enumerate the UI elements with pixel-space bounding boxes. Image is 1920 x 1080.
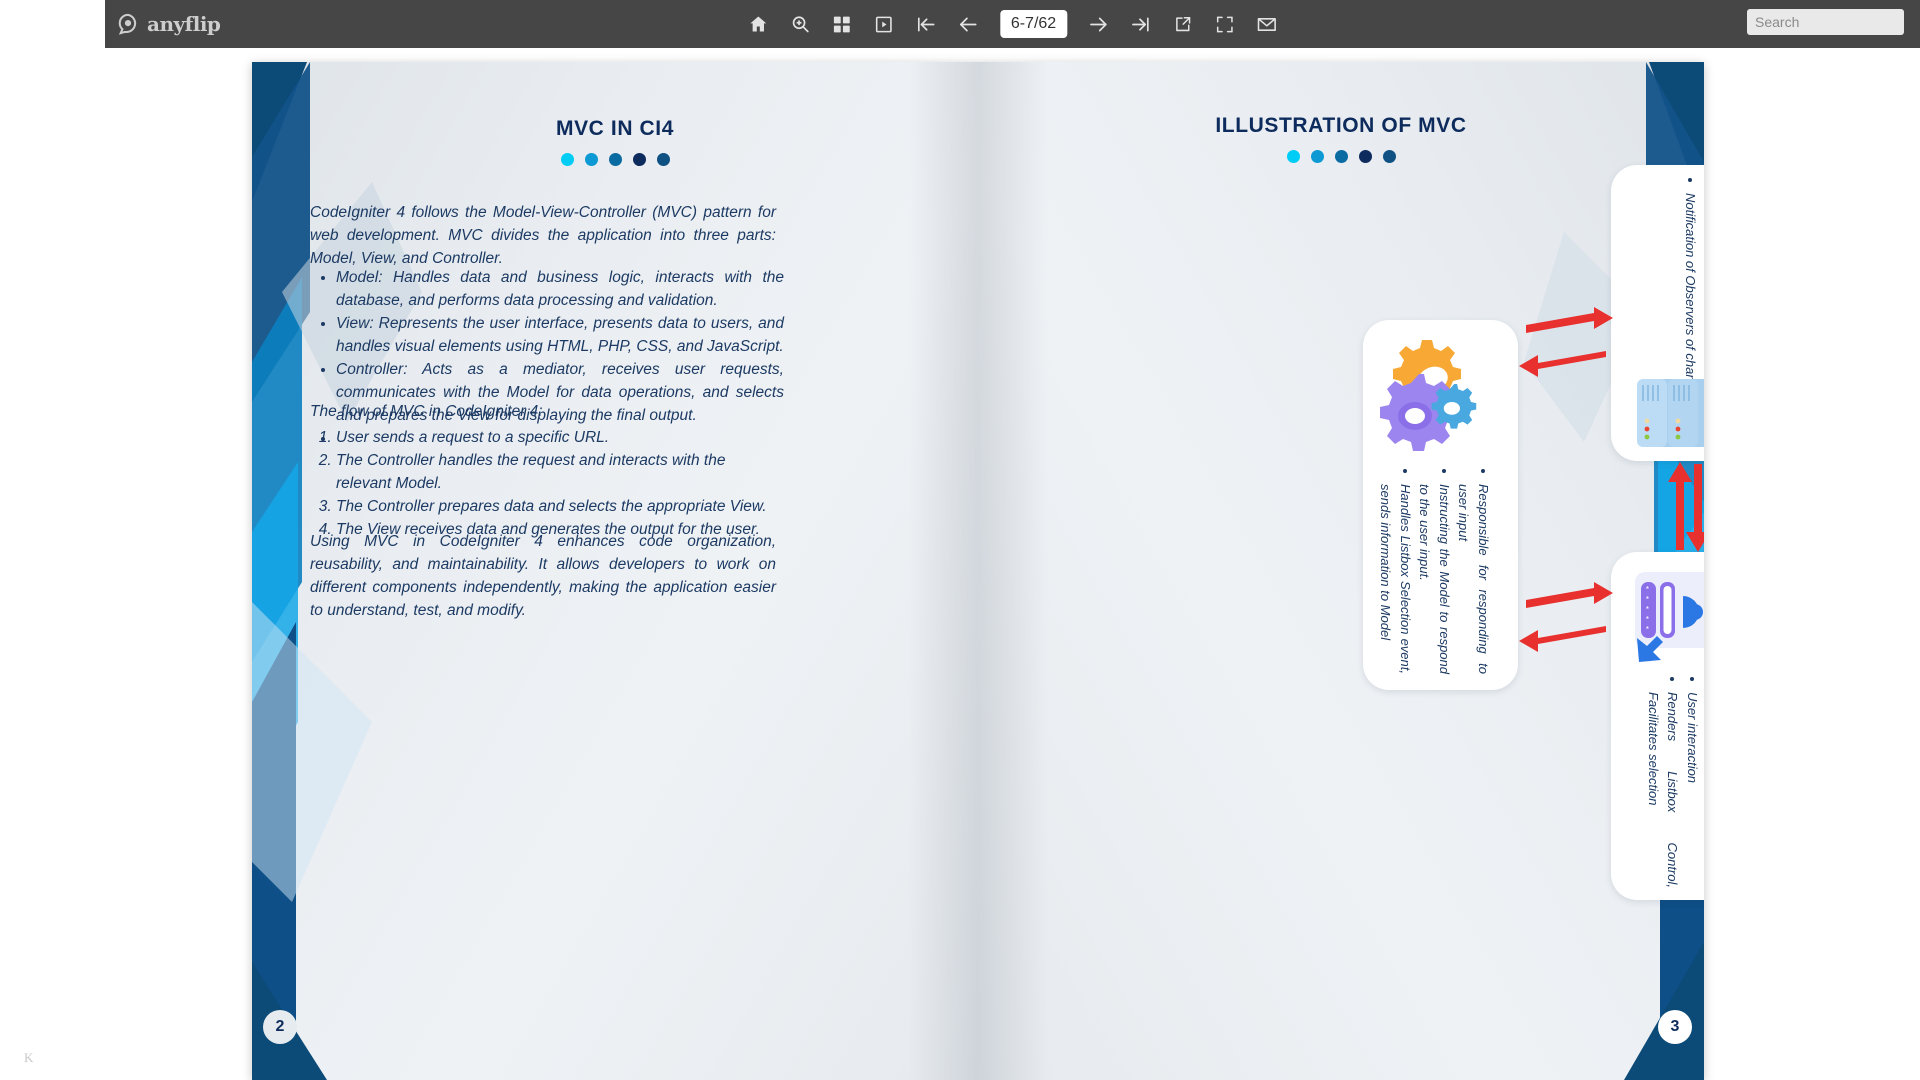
flipbook-stage: MVC IN CI4 CodeIgniter 4 follows the Mod… — [0, 50, 1920, 1080]
search-box[interactable] — [1747, 9, 1920, 35]
svg-text:*: * — [1645, 586, 1650, 595]
prev-page-button[interactable] — [954, 10, 982, 38]
left-closing-paragraph: Using MVC in CodeIgniter 4 enhances code… — [310, 533, 776, 619]
right-page[interactable]: ILLUSTRATION OF MVC Responsible for stor… — [978, 62, 1704, 1080]
ui-window-icon: ***** — [1635, 572, 1704, 662]
left-intro-paragraph: CodeIgniter 4 follows the Model-View-Con… — [310, 204, 776, 267]
email-button[interactable] — [1253, 10, 1281, 38]
model-card[interactable]: Responsible for storing and retrieving d… — [1611, 165, 1704, 461]
svg-text:*: * — [1645, 596, 1650, 605]
search-input[interactable] — [1755, 14, 1920, 30]
left-title-dots — [252, 153, 978, 166]
left-flow-steps: User sends a request to a specific URL.T… — [312, 427, 780, 542]
brand[interactable]: anyflip — [117, 12, 221, 36]
bullet-item: Model: Handles data and business logic, … — [336, 267, 784, 313]
controller-model-arrow — [1519, 307, 1613, 377]
view-bullet-item: User interaction — [1683, 692, 1703, 888]
svg-text:*: * — [1645, 616, 1650, 625]
anyflip-logo-icon — [117, 13, 139, 35]
last-page-button[interactable] — [1127, 10, 1155, 38]
title-dot-3 — [608, 153, 622, 166]
left-page-number: 2 — [263, 1010, 297, 1044]
title-dot-1 — [560, 153, 574, 166]
left-page-title-block: MVC IN CI4 — [252, 117, 978, 166]
fullscreen-button[interactable] — [1211, 10, 1239, 38]
zoom-button[interactable] — [786, 10, 814, 38]
share-button[interactable] — [1169, 10, 1197, 38]
controller-view-arrow — [1519, 582, 1613, 652]
page-title: MVC IN CI4 — [555, 117, 674, 140]
title-dot-4 — [632, 153, 646, 166]
title-dot-4 — [1358, 150, 1372, 163]
top-toolbar: anyflip 6-7/62 Search — [0, 0, 1920, 50]
left-flow-heading: The flow of MVC in CodeIgniter 4: — [310, 403, 543, 420]
toolbar-bar: anyflip 6-7/62 Search — [105, 0, 1920, 48]
home-button[interactable] — [744, 10, 772, 38]
toolbar-center-controls: 6-7/62 — [744, 0, 1281, 48]
title-dot-2 — [1310, 150, 1324, 163]
right-page-title-block: ILLUSTRATION OF MVC — [978, 114, 1704, 163]
controller-card-text: Responsible for responding to user input… — [1376, 468, 1493, 674]
first-page-button[interactable] — [912, 10, 940, 38]
next-page-button[interactable] — [1085, 10, 1113, 38]
controller-bullet-item: Instructing the Model to respond to the … — [1415, 484, 1454, 674]
right-page-number: 3 — [1658, 1010, 1692, 1044]
view-card[interactable]: ***** Responsible for rendering of model… — [1611, 552, 1704, 900]
controller-bullet-item: Handles Listbox Selection event, sends i… — [1376, 484, 1415, 674]
controller-bullet-item: Responsible for responding to user input — [1454, 484, 1493, 674]
page-title: ILLUSTRATION OF MVC — [1215, 114, 1467, 137]
left-page[interactable]: MVC IN CI4 CodeIgniter 4 follows the Mod… — [252, 62, 978, 1080]
flow-step-item: The Controller handles the request and i… — [336, 450, 780, 496]
title-dot-3 — [1334, 150, 1348, 163]
gears-icon — [1380, 340, 1477, 451]
flow-step-item: User sends a request to a specific URL. — [336, 427, 780, 450]
title-dot-1 — [1286, 150, 1300, 163]
controller-card[interactable]: Responsible for responding to user input… — [1363, 320, 1518, 690]
flow-step-item: The Controller prepares data and selects… — [336, 496, 780, 519]
title-dot-5 — [1382, 150, 1396, 163]
database-servers-icon — [1637, 379, 1704, 447]
brand-name: anyflip — [147, 12, 221, 36]
thumbnails-button[interactable] — [828, 10, 856, 38]
page-indicator[interactable]: 6-7/62 — [999, 10, 1068, 38]
corner-watermark: K — [24, 1050, 34, 1065]
svg-text:*: * — [1645, 626, 1650, 635]
title-dot-5 — [656, 153, 670, 166]
model-view-arrow — [1668, 462, 1704, 552]
view-bullet-item: Renders Listbox Control, Facilitates sel… — [1644, 692, 1683, 888]
view-card-text: Responsible for rendering of model- UIUs… — [1644, 676, 1705, 888]
svg-text:*: * — [1645, 606, 1650, 615]
title-dot-2 — [584, 153, 598, 166]
slideshow-button[interactable] — [870, 10, 898, 38]
bullet-item: View: Represents the user interface, pre… — [336, 313, 784, 359]
flipbook: MVC IN CI4 CodeIgniter 4 follows the Mod… — [252, 62, 1704, 1080]
view-bullet-item: Responsible for rendering of model- UI — [1702, 692, 1704, 888]
right-title-dots — [978, 150, 1704, 163]
